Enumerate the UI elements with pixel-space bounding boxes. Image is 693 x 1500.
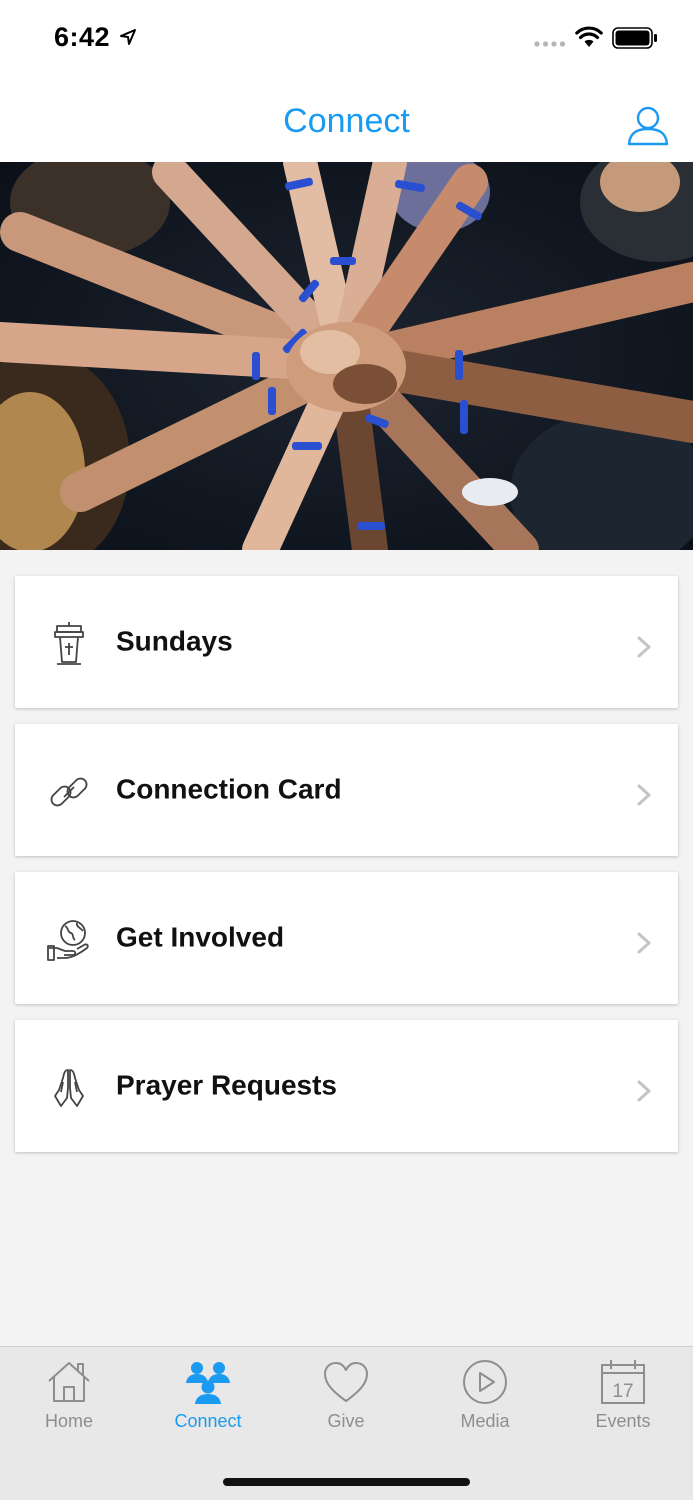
hero-image — [0, 162, 693, 550]
navigation-bar: Connect — [0, 80, 693, 162]
status-bar: 6:42 — [0, 0, 693, 80]
menu-item-label: Get Involved — [116, 921, 285, 953]
menu-item-get-involved[interactable]: Get Involved — [15, 872, 678, 1004]
menu-item-label: Sundays — [116, 625, 233, 657]
profile-icon[interactable] — [626, 106, 670, 146]
location-arrow-icon — [120, 29, 136, 45]
signal-icon — [534, 41, 566, 47]
page-title: Connect — [283, 102, 410, 140]
tab-label: Give — [327, 1411, 365, 1431]
praying-hands-icon — [54, 1069, 84, 1107]
chevron-right-icon — [637, 636, 651, 658]
chevron-right-icon — [637, 784, 651, 806]
home-indicator[interactable] — [223, 1478, 470, 1486]
battery-icon — [612, 27, 657, 49]
home-icon — [48, 1362, 90, 1402]
menu-item-connection-card[interactable]: Connection Card — [15, 724, 678, 856]
calendar-day: 17 — [612, 1381, 633, 1402]
tab-label: Events — [595, 1411, 651, 1431]
tab-label: Connect — [174, 1411, 242, 1431]
hands-together-image — [0, 162, 693, 550]
menu-item-prayer-requests[interactable]: Prayer Requests — [15, 1020, 678, 1152]
chevron-right-icon — [637, 1080, 651, 1102]
tab-connect[interactable]: Connect — [148, 1359, 268, 1432]
tab-events[interactable]: 17 Events — [563, 1359, 683, 1432]
tab-bar: Home Connect Give Media 17 Events — [0, 1346, 693, 1500]
menu-item-sundays[interactable]: Sundays — [15, 576, 678, 708]
tab-label: Home — [44, 1411, 93, 1431]
globe-hand-icon — [47, 920, 89, 961]
people-icon — [186, 1362, 230, 1404]
chevron-right-icon — [637, 932, 651, 954]
heart-icon — [324, 1362, 368, 1402]
tab-home[interactable]: Home — [9, 1359, 129, 1432]
pulpit-icon — [54, 622, 84, 665]
menu-item-label: Connection Card — [116, 773, 342, 805]
status-time: 6:42 — [54, 22, 111, 52]
calendar-icon: 17 — [601, 1360, 645, 1404]
link-icon — [50, 777, 88, 807]
tab-label: Media — [460, 1411, 510, 1431]
play-icon — [463, 1360, 507, 1404]
menu-item-label: Prayer Requests — [116, 1069, 338, 1101]
tab-media[interactable]: Media — [425, 1359, 545, 1432]
wifi-icon — [575, 26, 603, 47]
tab-give[interactable]: Give — [286, 1359, 406, 1432]
